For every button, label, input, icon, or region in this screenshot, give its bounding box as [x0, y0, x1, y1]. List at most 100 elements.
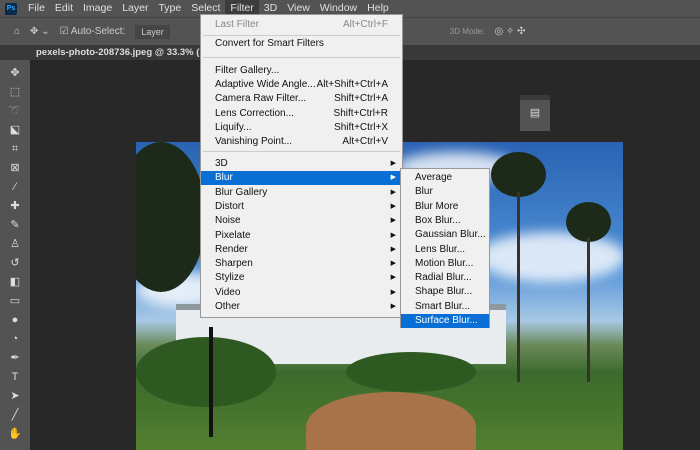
item-label: Lens Blur...	[415, 243, 466, 255]
menu-item-convert-smart-filters[interactable]: Convert for Smart Filters	[201, 37, 402, 51]
menu-layer[interactable]: Layer	[117, 0, 153, 17]
menu-type[interactable]: Type	[153, 0, 186, 17]
clone-stamp-icon[interactable]: ♙	[6, 237, 24, 252]
move-tool-icon[interactable]: ✥	[6, 66, 24, 81]
dodge-tool-icon[interactable]: ◔	[6, 332, 24, 347]
menu-item-video[interactable]: Video ▶	[201, 286, 402, 300]
type-tool-icon[interactable]: T	[6, 370, 24, 385]
line-tool-icon[interactable]: ╱	[6, 408, 24, 423]
item-label: 3D	[215, 158, 228, 169]
item-shortcut: Shift+Ctrl+A	[334, 93, 388, 105]
item-label: Motion Blur...	[415, 257, 474, 269]
item-shortcut: Shift+Ctrl+R	[333, 107, 388, 119]
submenu-item-average[interactable]: Average	[401, 171, 489, 185]
menu-image[interactable]: Image	[78, 0, 117, 17]
3d-orbit-icon[interactable]: ◎ ✧ ✣	[494, 26, 525, 37]
submenu-arrow-icon: ▶	[390, 260, 396, 268]
item-label: Vanishing Point...	[215, 136, 293, 147]
path-select-icon[interactable]: ➤	[6, 389, 24, 404]
palm-tree	[566, 202, 611, 242]
item-label: Liquify...	[215, 121, 252, 133]
hand-tool-icon[interactable]: ✋	[6, 427, 24, 442]
item-label: Average	[415, 172, 453, 183]
item-label: Distort	[215, 200, 244, 212]
item-label: Video	[215, 286, 241, 298]
menu-item-adaptive-wide-angle[interactable]: Adaptive Wide Angle... Alt+Shift+Ctrl+A	[201, 78, 402, 92]
cloud	[476, 232, 623, 282]
menu-item-lens-correction[interactable]: Lens Correction... Shift+Ctrl+R	[201, 107, 402, 121]
menu-item-render[interactable]: Render ▶	[201, 243, 402, 257]
menu-item-camera-raw-filter[interactable]: Camera Raw Filter... Shift+Ctrl+A	[201, 92, 402, 106]
submenu-arrow-icon: ▶	[390, 245, 396, 253]
gradient-tool-icon[interactable]: ▭	[6, 294, 24, 309]
lasso-tool-icon[interactable]: ➰	[6, 104, 24, 119]
frame-tool-icon[interactable]: ⊠	[6, 161, 24, 176]
3d-mode-label: 3D Mode:	[449, 27, 485, 36]
item-label: Lens Correction...	[215, 107, 294, 119]
submenu-item-blur-more[interactable]: Blur More	[401, 200, 489, 214]
tools-panel: ✥ ⬚ ➰ ⬕ ⌗ ⊠ ⁄ ✚ ✎ ♙ ↺ ◧ ▭ ● ◔ ✒ T ➤ ╱ ✋	[0, 60, 30, 450]
submenu-item-smart-blur[interactable]: Smart Blur...	[401, 300, 489, 314]
menu-item-sharpen[interactable]: Sharpen ▶	[201, 257, 402, 271]
submenu-item-motion-blur[interactable]: Motion Blur...	[401, 257, 489, 271]
menu-item-filter-gallery[interactable]: Filter Gallery...	[201, 64, 402, 78]
layer-select[interactable]: Layer	[135, 24, 170, 39]
menu-item-vanishing-point[interactable]: Vanishing Point... Alt+Ctrl+V	[201, 135, 402, 149]
move-tool-icon[interactable]: ✥ ⌄	[30, 26, 50, 37]
palm-tree	[491, 152, 546, 197]
properties-icon[interactable]: ▤	[520, 106, 550, 119]
menu-item-blur-gallery[interactable]: Blur Gallery ▶	[201, 186, 402, 200]
crop-tool-icon[interactable]: ⌗	[6, 142, 24, 157]
blur-tool-icon[interactable]: ●	[6, 313, 24, 328]
healing-brush-icon[interactable]: ✚	[6, 199, 24, 214]
quick-select-tool-icon[interactable]: ⬕	[6, 123, 24, 138]
menu-item-distort[interactable]: Distort ▶	[201, 200, 402, 214]
submenu-item-gaussian-blur[interactable]: Gaussian Blur...	[401, 228, 489, 242]
submenu-item-shape-blur[interactable]: Shape Blur...	[401, 285, 489, 299]
document-tab[interactable]: pexels-photo-208736.jpeg @ 33.3% (RG	[36, 45, 214, 60]
home-icon[interactable]: ⌂	[14, 26, 20, 37]
menu-item-liquify[interactable]: Liquify... Shift+Ctrl+X	[201, 121, 402, 135]
menu-item-other[interactable]: Other ▶	[201, 300, 402, 314]
menu-item-3d[interactable]: 3D ▶	[201, 157, 402, 171]
item-label: Last Filter	[215, 19, 259, 30]
submenu-item-surface-blur[interactable]: Surface Blur...	[401, 314, 489, 328]
item-label: Pixelate	[215, 229, 251, 241]
menu-edit[interactable]: Edit	[50, 0, 78, 17]
menu-item-noise[interactable]: Noise ▶	[201, 214, 402, 228]
eraser-tool-icon[interactable]: ◧	[6, 275, 24, 290]
item-label: Render	[215, 243, 248, 255]
menu-item-stylize[interactable]: Stylize ▶	[201, 271, 402, 285]
history-brush-icon[interactable]: ↺	[6, 256, 24, 271]
item-shortcut: Alt+Ctrl+V	[342, 136, 388, 147]
item-label: Box Blur...	[415, 214, 461, 226]
menu-item-blur[interactable]: Blur ▶	[201, 171, 402, 186]
submenu-arrow-icon: ▶	[390, 231, 396, 239]
submenu-item-lens-blur[interactable]: Lens Blur...	[401, 243, 489, 257]
lamp-post	[209, 327, 213, 437]
bushes	[136, 337, 276, 407]
item-shortcut: Shift+Ctrl+X	[334, 121, 388, 133]
menu-item-pixelate[interactable]: Pixelate ▶	[201, 229, 402, 243]
submenu-item-blur[interactable]: Blur	[401, 185, 489, 199]
marquee-tool-icon[interactable]: ⬚	[6, 85, 24, 100]
submenu-item-box-blur[interactable]: Box Blur...	[401, 214, 489, 228]
item-label: Other	[215, 301, 241, 312]
menu-item-last-filter[interactable]: Last Filter Alt+Ctrl+F	[201, 18, 402, 32]
submenu-arrow-icon: ▶	[390, 288, 396, 296]
pen-tool-icon[interactable]: ✒	[6, 351, 24, 366]
item-shortcut: Alt+Ctrl+F	[342, 19, 388, 30]
item-label: Convert for Smart Filters	[215, 38, 324, 49]
photoshop-logo: Ps	[5, 2, 17, 15]
submenu-arrow-icon: ▶	[390, 274, 396, 282]
item-label: Smart Blur...	[415, 300, 471, 312]
submenu-item-radial-blur[interactable]: Radial Blur...	[401, 271, 489, 285]
submenu-arrow-icon: ▶	[390, 202, 396, 210]
eyedropper-tool-icon[interactable]: ⁄	[6, 180, 24, 195]
auto-select-checkbox[interactable]: ☑ Auto-Select:	[60, 26, 126, 37]
blur-submenu: Average Blur Blur More Box Blur... Gaussian …	[400, 168, 490, 328]
brush-tool-icon[interactable]: ✎	[6, 218, 24, 233]
menu-file[interactable]: File	[23, 0, 50, 17]
collapsed-panel[interactable]: ▤	[520, 95, 550, 131]
bushes	[346, 352, 476, 392]
